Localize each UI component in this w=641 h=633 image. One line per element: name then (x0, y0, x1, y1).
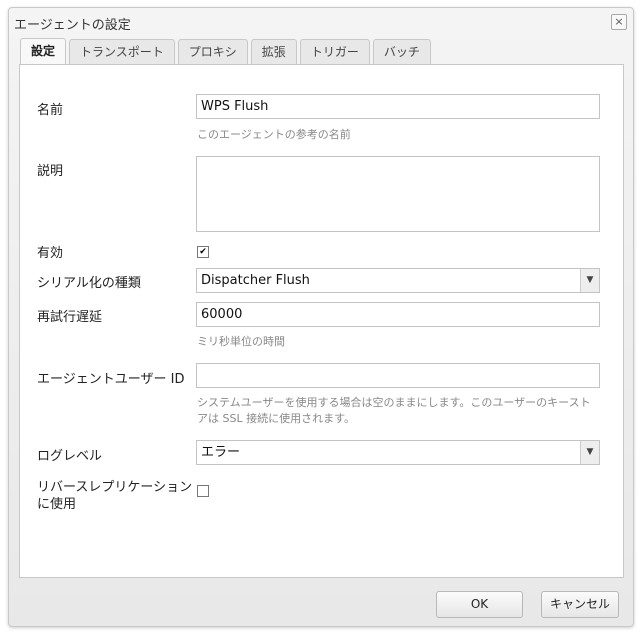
chevron-down-icon[interactable]: ▼ (580, 269, 599, 292)
tab-batch[interactable]: バッチ (372, 39, 431, 64)
name-input[interactable]: WPS Flush (196, 94, 600, 119)
serialization-label: シリアル化の種類 (37, 276, 141, 291)
tab-settings[interactable]: 設定 (20, 38, 67, 65)
tab-transport[interactable]: トランスポート (69, 39, 175, 64)
loglevel-select[interactable]: エラー ▼ (196, 440, 600, 465)
close-icon[interactable]: × (611, 14, 627, 30)
userid-hint: システムユーザーを使用する場合は空のままにします。このユーザーのキーストアは S… (197, 396, 591, 425)
name-label: 名前 (37, 103, 64, 118)
tab-triggers[interactable]: トリガー (299, 39, 370, 64)
serialization-value: Dispatcher Flush (201, 273, 310, 288)
description-textarea[interactable] (196, 156, 600, 232)
loglevel-value: エラー (201, 445, 241, 460)
loglevel-label: ログレベル (37, 449, 103, 464)
tab-bar: 設定 トランスポート プロキシ 拡張 トリガー バッチ (20, 38, 431, 65)
enabled-label: 有効 (37, 246, 64, 261)
name-hint: このエージェントの参考の名前 (197, 128, 351, 141)
retry-label: 再試行遅延 (37, 310, 103, 325)
tab-extended[interactable]: 拡張 (250, 39, 297, 64)
agent-settings-dialog: エージェントの設定 × 設定 トランスポート プロキシ 拡張 トリガー バッチ … (8, 7, 634, 627)
userid-input[interactable] (196, 363, 600, 388)
description-label: 説明 (37, 164, 64, 179)
serialization-select[interactable]: Dispatcher Flush ▼ (196, 268, 600, 293)
cancel-button[interactable]: キャンセル (541, 591, 619, 618)
retry-delay-input[interactable]: 60000 (196, 302, 600, 327)
tab-proxy[interactable]: プロキシ (177, 39, 248, 64)
retry-hint: ミリ秒単位の時間 (197, 335, 285, 348)
reverse-replication-checkbox[interactable] (197, 485, 209, 497)
dialog-title: エージェントの設定 (14, 18, 131, 33)
settings-panel: 名前 WPS Flush このエージェントの参考の名前 説明 有効 ✔ シリアル… (19, 64, 624, 578)
userid-label: エージェントユーザー ID (37, 372, 185, 387)
ok-button[interactable]: OK (436, 591, 523, 618)
enabled-checkbox[interactable]: ✔ (197, 246, 209, 258)
chevron-down-icon[interactable]: ▼ (580, 441, 599, 464)
reverse-replication-label: リバースレプリケーションに使用 (37, 480, 193, 512)
